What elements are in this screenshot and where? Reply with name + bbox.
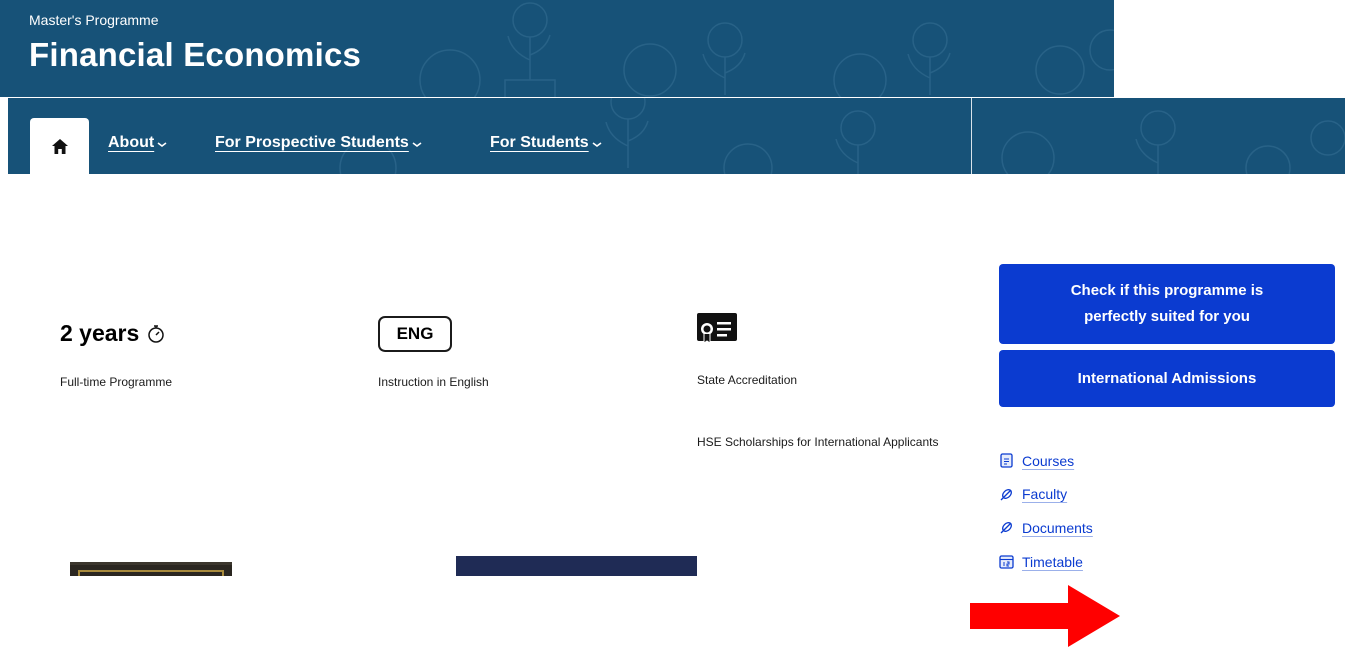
quick-links: Courses Faculty Documents Timetable	[999, 444, 1093, 578]
chevron-down-icon	[157, 142, 167, 147]
home-icon	[51, 138, 68, 154]
link-courses[interactable]: Courses	[999, 444, 1093, 478]
nav-item-label: For Prospective Students	[215, 134, 409, 151]
leaf-icon	[1000, 488, 1012, 501]
scholarship-note[interactable]: HSE Scholarships for International Appli…	[697, 435, 947, 450]
link-faculty[interactable]: Faculty	[999, 478, 1093, 512]
language-badge: ENG	[378, 316, 452, 352]
stopwatch-icon	[148, 324, 165, 343]
language-caption: Instruction in English	[378, 375, 489, 389]
calendar-icon	[999, 555, 1014, 569]
link-label[interactable]: Courses	[1022, 453, 1074, 469]
programme-kicker: Master's Programme	[29, 12, 159, 28]
check-programme-label: Check if this programme is perfectly sui…	[1070, 282, 1264, 325]
check-programme-button[interactable]: Check if this programme is perfectly sui…	[999, 264, 1335, 344]
nav-item-prospective-students[interactable]: For Prospective Students	[215, 134, 423, 152]
main-navigation: About For Prospective Students For Stude…	[8, 98, 1345, 174]
link-label[interactable]: Timetable	[1022, 554, 1083, 570]
international-admissions-label: International Admissions	[1077, 369, 1257, 387]
chevron-down-icon	[412, 142, 422, 147]
international-admissions-button[interactable]: International Admissions	[999, 350, 1335, 407]
red-arrow-annotation	[970, 585, 1120, 647]
link-label[interactable]: Faculty	[1022, 486, 1067, 502]
nav-item-students[interactable]: For Students	[490, 134, 603, 152]
nav-divider	[971, 98, 972, 174]
promo-image-middle	[456, 556, 697, 576]
link-timetable[interactable]: Timetable	[999, 545, 1093, 579]
nav-item-label: For Students	[490, 134, 589, 151]
duration-value: 2 years	[60, 320, 140, 346]
duration-fact: 2 years	[60, 320, 165, 347]
page-title: Financial Economics	[29, 36, 362, 73]
duration-caption: Full-time Programme	[60, 375, 173, 389]
document-icon	[1000, 453, 1013, 468]
link-label[interactable]: Documents	[1022, 520, 1093, 536]
nav-item-label: About	[108, 134, 155, 151]
chevron-down-icon	[592, 142, 602, 147]
certificate-icon	[697, 313, 737, 344]
promo-image-left	[70, 562, 232, 576]
programme-header: Master's Programme Financial Economics	[0, 0, 1114, 97]
nav-item-about[interactable]: About	[108, 134, 168, 152]
accreditation-caption: State Accreditation	[697, 373, 798, 387]
leaf-icon	[1000, 522, 1012, 534]
link-documents[interactable]: Documents	[999, 511, 1093, 545]
money-plant-pattern	[339, 98, 1345, 174]
nav-home-tab[interactable]	[30, 118, 89, 174]
